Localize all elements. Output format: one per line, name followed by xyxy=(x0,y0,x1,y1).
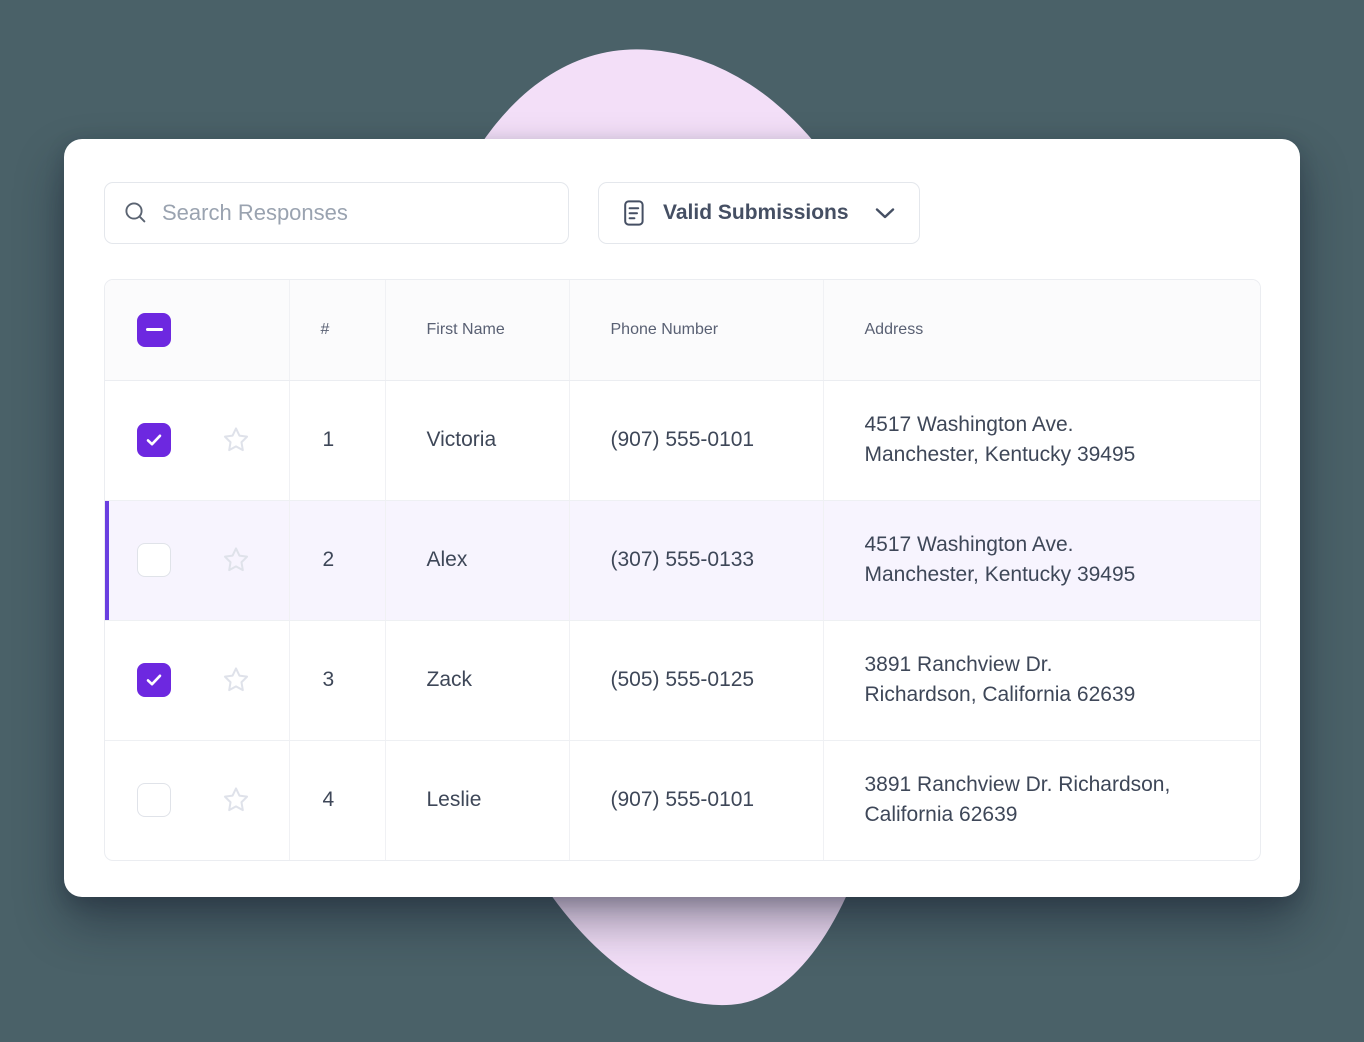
row-star-cell xyxy=(205,620,290,741)
favorite-star-icon[interactable] xyxy=(220,664,252,696)
row-number: 1 xyxy=(289,380,386,501)
row-first-name: Alex xyxy=(385,500,570,621)
address-line-1: 3891 Ranchview Dr. xyxy=(864,652,1053,676)
row-select-cell xyxy=(105,380,205,501)
row-checkbox[interactable] xyxy=(137,783,171,818)
row-select-cell xyxy=(105,620,205,741)
row-phone-number: (907) 555-0101 xyxy=(569,380,824,501)
row-number: 4 xyxy=(289,740,386,860)
row-phone-number: (307) 555-0133 xyxy=(569,500,824,621)
header-star-cell xyxy=(205,280,290,381)
row-star-cell xyxy=(205,380,290,501)
row-number: 2 xyxy=(289,500,386,621)
toolbar: Valid Submissions xyxy=(104,182,920,244)
row-phone-number: (505) 555-0125 xyxy=(569,620,824,741)
responses-table-container: # First Name Phone Number Address 1 Vict… xyxy=(104,279,1261,861)
table-row[interactable]: 4 Leslie (907) 555-0101 3891 Ranchview D… xyxy=(105,740,1260,860)
select-all-checkbox[interactable] xyxy=(137,312,171,347)
row-address: 4517 Washington Ave. Manchester, Kentuck… xyxy=(823,380,1260,501)
indeterminate-dash-icon xyxy=(145,328,163,332)
favorite-star-icon[interactable] xyxy=(220,784,252,816)
table-row[interactable]: 1 Victoria (907) 555-0101 4517 Washingto… xyxy=(105,380,1260,501)
dropdown-selected-label: Valid Submissions xyxy=(663,201,849,224)
address-line-2: California 62639 xyxy=(864,803,1018,827)
document-lines-icon xyxy=(621,199,647,227)
table-header-row: # First Name Phone Number Address xyxy=(105,280,1260,381)
row-address: 3891 Ranchview Dr. Richardson, Californi… xyxy=(823,620,1260,741)
header-number-cell: # xyxy=(289,280,386,381)
table-row[interactable]: 3 Zack (505) 555-0125 3891 Ranchview Dr.… xyxy=(105,620,1260,741)
search-input[interactable] xyxy=(162,200,550,226)
responses-table: # First Name Phone Number Address 1 Vict… xyxy=(105,280,1260,860)
row-first-name: Zack xyxy=(385,620,570,741)
favorite-star-icon[interactable] xyxy=(220,544,252,576)
address-line-2: Manchester, Kentucky 39495 xyxy=(864,443,1136,466)
search-icon xyxy=(123,200,149,226)
row-number: 3 xyxy=(289,620,386,741)
row-checkbox[interactable] xyxy=(137,543,171,577)
table-body: 1 Victoria (907) 555-0101 4517 Washingto… xyxy=(105,380,1260,860)
responses-card: Valid Submissions xyxy=(64,139,1300,897)
table-header: # First Name Phone Number Address xyxy=(105,280,1260,381)
address-line-1: 3891 Ranchview Dr. Richardson, xyxy=(864,772,1171,796)
header-select-all-cell xyxy=(105,280,205,381)
address-line-2: Richardson, California 62639 xyxy=(864,683,1136,706)
chevron-down-icon xyxy=(873,205,897,221)
row-phone-number: (907) 555-0101 xyxy=(569,740,824,860)
address-line-1: 4517 Washington Ave. xyxy=(864,532,1074,556)
address-line-1: 4517 Washington Ave. xyxy=(864,412,1074,436)
row-first-name: Leslie xyxy=(385,740,570,860)
row-address: 4517 Washington Ave. Manchester, Kentuck… xyxy=(823,500,1260,621)
row-star-cell xyxy=(205,500,290,621)
row-first-name: Victoria xyxy=(385,380,570,501)
row-select-cell xyxy=(105,740,205,860)
header-first-name-cell: First Name xyxy=(385,280,570,381)
row-select-cell xyxy=(105,500,205,621)
row-checkbox[interactable] xyxy=(137,663,171,697)
row-star-cell xyxy=(205,740,290,860)
address-line-2: Manchester, Kentucky 39495 xyxy=(864,563,1136,586)
table-row[interactable]: 2 Alex (307) 555-0133 4517 Washington Av… xyxy=(105,500,1260,621)
header-phone-number-cell: Phone Number xyxy=(569,280,824,381)
search-box[interactable] xyxy=(104,182,569,244)
valid-submissions-dropdown[interactable]: Valid Submissions xyxy=(598,182,920,244)
header-address-cell: Address xyxy=(823,280,1260,381)
row-checkbox[interactable] xyxy=(137,423,171,457)
row-address: 3891 Ranchview Dr. Richardson, Californi… xyxy=(823,740,1260,860)
favorite-star-icon[interactable] xyxy=(220,424,252,456)
